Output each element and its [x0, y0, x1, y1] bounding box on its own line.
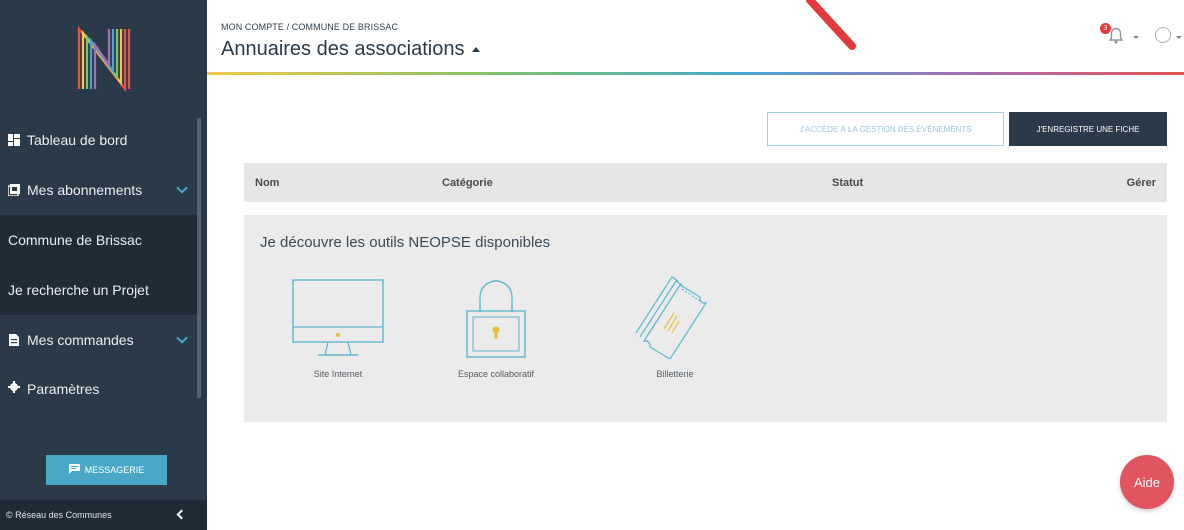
rainbow-divider: [207, 72, 1184, 75]
aide-button[interactable]: Aide: [1120, 455, 1174, 509]
logo-icon: [77, 25, 130, 92]
tool-billetterie[interactable]: Billetterie: [630, 275, 720, 379]
gear-icon: [8, 381, 20, 393]
sidebar-item-je-recherche-un-projet[interactable]: Je recherche un Projet: [0, 265, 200, 315]
caret-up-icon: [472, 47, 481, 53]
events-management-button[interactable]: J'ACCÈDE À LA GESTION DES ÉVÉNEMENTS: [767, 112, 1004, 146]
tools-panel-title: Je découvre les outils NEOPSE disponible…: [260, 234, 551, 251]
notifications-caret-icon[interactable]: [1133, 36, 1139, 39]
chat-icon: [68, 464, 80, 476]
sidebar-scrollbar[interactable]: [197, 118, 201, 398]
monitor-icon: [292, 279, 384, 356]
sidebar-item-tableau-de-bord[interactable]: Tableau de bord: [0, 115, 200, 165]
sidebar-nav: Tableau de bord Mes abonnements Commune …: [0, 115, 200, 405]
messagerie-label: MESSAGERIE: [84, 465, 145, 475]
sidebar-item-label: Tableau de bord: [27, 132, 128, 148]
tool-label: Site Internet: [313, 369, 363, 379]
page-title-wrap[interactable]: Annuaires des associations: [221, 38, 481, 61]
red-stroke-decoration: [806, 0, 856, 50]
sidebar-footer: © Réseau des Communes: [0, 500, 207, 530]
sidebar-item-label: Paramètres: [27, 381, 100, 397]
sidebar-item-label: Je recherche un Projet: [8, 282, 149, 298]
tickets-icon: [635, 276, 708, 359]
document-icon: [8, 334, 20, 346]
sidebar-item-mes-abonnements[interactable]: Mes abonnements: [0, 165, 200, 215]
copyright-text: © Réseau des Communes: [6, 510, 112, 520]
sidebar-item-commune-de-brissac[interactable]: Commune de Brissac: [0, 215, 200, 265]
table-header: Nom Catégorie Statut Gérer: [244, 163, 1167, 202]
sidebar-item-label: Mes abonnements: [27, 182, 143, 198]
page-title: Annuaires des associations: [221, 38, 465, 60]
notification-badge: 3: [1100, 23, 1111, 34]
sidebar-item-mes-commandes[interactable]: Mes commandes: [0, 315, 200, 365]
tool-espace-collaboratif[interactable]: Espace collaboratif: [458, 275, 534, 379]
register-sheet-button[interactable]: J'ENREGISTRE UNE FICHE: [1009, 112, 1167, 146]
messagerie-button[interactable]: MESSAGERIE: [46, 455, 167, 485]
neopse-logo[interactable]: [0, 0, 207, 115]
chevron-down-icon: [176, 332, 188, 344]
tools-panel: Je découvre les outils NEOPSE disponible…: [244, 215, 1167, 422]
tool-label: Billetterie: [656, 369, 694, 379]
user-icon[interactable]: [1155, 27, 1171, 43]
user-caret-icon[interactable]: [1176, 36, 1182, 39]
column-header-gerer: Gérer: [1126, 177, 1156, 189]
breadcrumb[interactable]: MON COMPTE / COMMUNE DE BRISSAC: [221, 22, 398, 32]
sidebar-item-label: Commune de Brissac: [8, 232, 142, 248]
column-header-nom[interactable]: Nom: [255, 177, 279, 189]
collapse-sidebar-icon[interactable]: [176, 509, 187, 520]
dashboard-icon: [8, 134, 20, 146]
sidebar-item-parametres[interactable]: Paramètres: [0, 365, 200, 405]
column-header-statut[interactable]: Statut: [832, 177, 863, 189]
sidebar: Tableau de bord Mes abonnements Commune …: [0, 0, 207, 530]
padlock-icon: [466, 280, 526, 358]
subscriptions-icon: [8, 184, 20, 196]
sidebar-item-label: Mes commandes: [27, 332, 134, 348]
chevron-down-icon: [176, 182, 188, 194]
tool-label: Espace collaboratif: [458, 369, 535, 379]
tool-site-internet[interactable]: Site Internet: [290, 275, 386, 379]
notifications-button[interactable]: 3: [1100, 23, 1128, 45]
column-header-categorie[interactable]: Catégorie: [442, 177, 493, 189]
